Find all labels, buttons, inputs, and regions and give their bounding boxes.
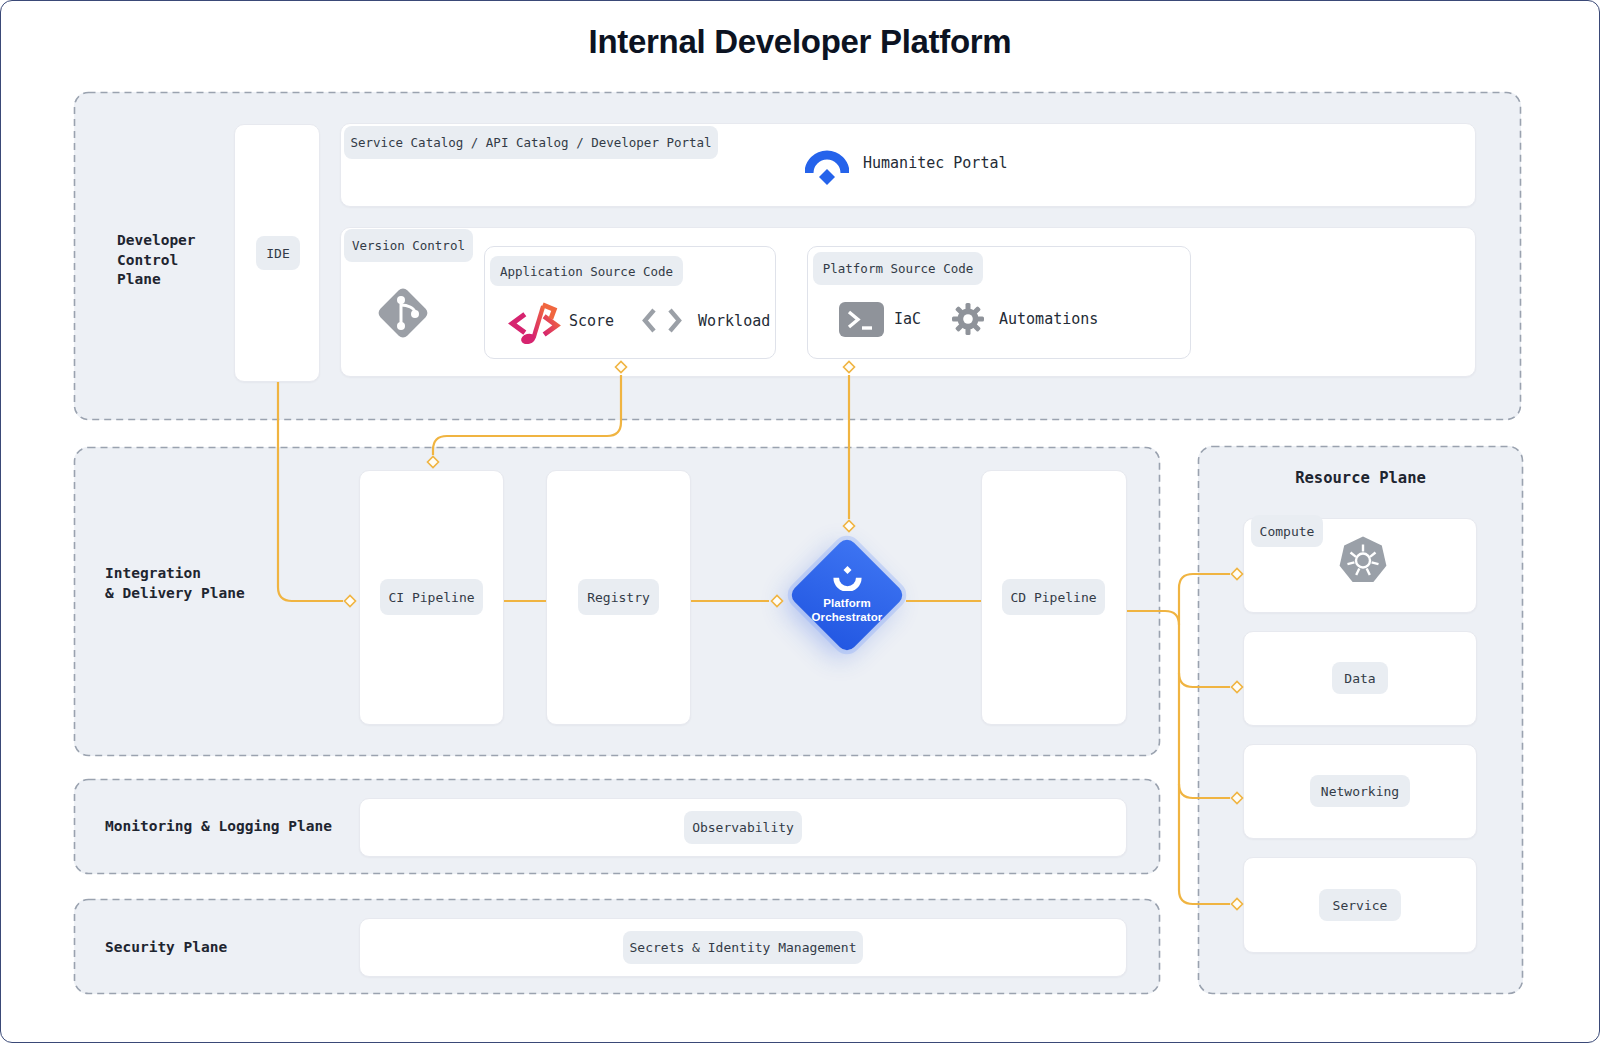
service-label: Service xyxy=(1319,889,1401,921)
workload-brackets-icon xyxy=(641,307,683,334)
humanitec-mark-icon xyxy=(833,566,862,591)
platform-source-code-pill: Platform Source Code xyxy=(813,252,983,285)
git-icon xyxy=(375,285,431,341)
version-control-pill: Version Control xyxy=(344,229,473,262)
developer-plane-label: Developer Control Plane xyxy=(117,231,196,290)
iac-label: IaC xyxy=(894,309,921,329)
secrets-label: Secrets & Identity Management xyxy=(623,931,863,964)
security-plane-label: Security Plane xyxy=(105,938,227,958)
kubernetes-icon xyxy=(1337,535,1389,586)
networking-label: Networking xyxy=(1310,775,1410,807)
service-catalog-pill: Service Catalog / API Catalog / Develope… xyxy=(344,126,718,159)
data-label: Data xyxy=(1332,662,1388,694)
portal-brand-label: Humanitec Portal xyxy=(863,153,1008,173)
application-source-code-pill: Application Source Code xyxy=(490,256,683,286)
integration-plane-label: Integration & Delivery Plane xyxy=(105,564,245,603)
ide-label: IDE xyxy=(256,236,300,270)
gear-icon xyxy=(951,302,985,336)
observability-label: Observability xyxy=(684,811,802,844)
platform-orchestrator-content: Platform Orchestrator xyxy=(805,553,889,637)
registry-label: Registry xyxy=(578,579,659,615)
score-icon xyxy=(507,299,561,346)
compute-label: Compute xyxy=(1251,515,1323,547)
workload-label: Workload xyxy=(698,311,770,331)
resource-plane-label: Resource Plane xyxy=(1198,469,1523,489)
automations-label: Automations xyxy=(999,309,1098,329)
cd-pipeline-label: CD Pipeline xyxy=(1002,579,1105,615)
terminal-icon xyxy=(839,302,884,337)
ci-pipeline-label: CI Pipeline xyxy=(380,579,483,615)
humanitec-logo-icon xyxy=(805,145,849,185)
score-label: Score xyxy=(569,311,614,331)
diagram-canvas: Internal Developer Platform Developer Co… xyxy=(0,0,1600,1043)
monitoring-plane-label: Monitoring & Logging Plane xyxy=(105,817,332,837)
platform-orchestrator-label: Platform Orchestrator xyxy=(812,596,883,625)
